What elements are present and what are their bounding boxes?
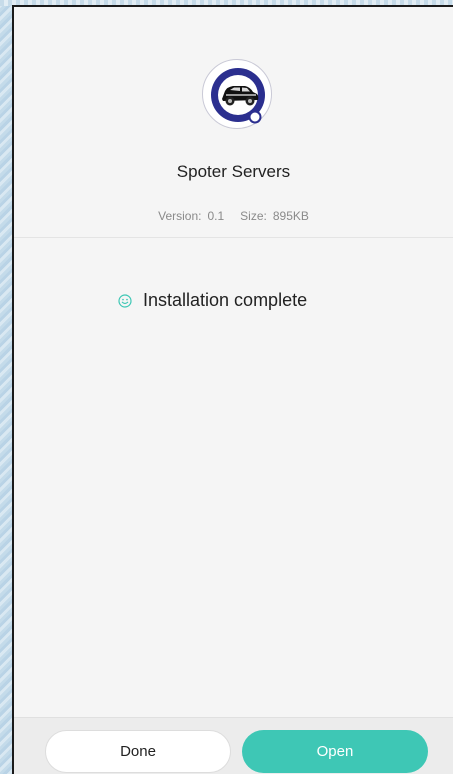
version-value: 0.1 xyxy=(207,209,225,223)
status-text: Installation complete xyxy=(143,290,308,310)
app-name: Spoter Servers xyxy=(176,162,291,181)
open-button[interactable]: Open xyxy=(242,730,428,773)
background-pattern-left xyxy=(0,0,12,774)
size-label: Size: xyxy=(240,209,267,223)
done-button[interactable]: Done xyxy=(45,730,231,773)
version-label: Version: xyxy=(158,209,202,223)
app-icon xyxy=(202,59,272,129)
install-status: Installation complete xyxy=(118,290,307,311)
size-value: 895KB xyxy=(272,209,309,223)
action-bar: Done Open xyxy=(14,717,453,774)
divider xyxy=(14,237,453,238)
install-dialog: Spoter Servers Version: 0.1 Size: 895KB In… xyxy=(12,5,453,774)
app-meta: Version: 0.1 Size: 895KB xyxy=(14,209,453,223)
car-logo-icon xyxy=(211,68,265,124)
smile-icon xyxy=(118,293,132,308)
